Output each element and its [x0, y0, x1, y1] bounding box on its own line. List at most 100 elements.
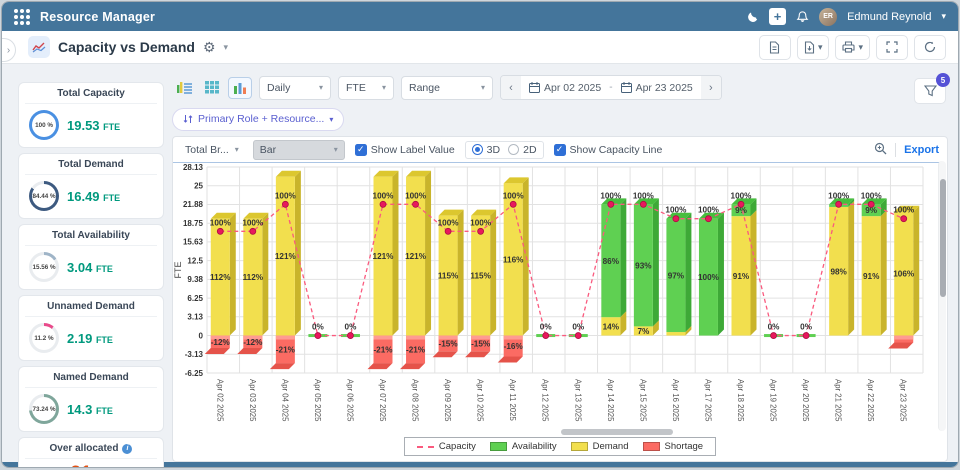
range-mode-select[interactable]: Range ▾ [401, 75, 493, 100]
group-by-pill[interactable]: Primary Role + Resource... ▾ [172, 107, 345, 131]
legend-item-demand[interactable]: Demand [570, 441, 629, 452]
svg-text:91%: 91% [733, 272, 750, 281]
view-chart-list-button[interactable] [172, 77, 196, 99]
svg-text:Apr 08 2025: Apr 08 2025 [411, 379, 420, 422]
svg-text:6.25: 6.25 [187, 294, 203, 303]
zoom-icon[interactable] [874, 142, 887, 158]
stat-value: 19.53 FTE [67, 117, 121, 133]
info-icon[interactable]: i [122, 443, 133, 454]
svg-text:Apr 02 2025: Apr 02 2025 [215, 379, 224, 422]
svg-text:0: 0 [199, 331, 204, 340]
user-avatar[interactable]: ER [819, 7, 838, 26]
svg-text:Apr 12 2025: Apr 12 2025 [541, 379, 550, 422]
chart-type-select[interactable]: Bar ▾ [252, 139, 345, 160]
svg-text:115%: 115% [438, 272, 459, 281]
export-document-button[interactable]: ▾ [796, 34, 830, 60]
app-grid-icon[interactable] [14, 8, 30, 25]
svg-text:100%: 100% [503, 191, 525, 200]
stat-title: Total Demand [25, 159, 157, 175]
svg-text:-16%: -16% [504, 342, 524, 351]
view-bar-chart-button[interactable] [228, 76, 252, 99]
svg-text:100%: 100% [600, 191, 622, 200]
dark-mode-icon[interactable] [745, 10, 759, 24]
stat-ring: 15.56 % [29, 252, 59, 282]
svg-text:100%: 100% [698, 273, 720, 282]
page-bar: Capacity vs Demand ⚙ ▾ ▾ ▾ [2, 31, 958, 64]
user-menu-chevron-icon[interactable]: ▾ [941, 12, 946, 21]
filter-button[interactable]: 5 [914, 73, 950, 104]
svg-text:100%: 100% [633, 191, 655, 200]
svg-text:Apr 16 2025: Apr 16 2025 [671, 379, 680, 422]
svg-text:15.63: 15.63 [183, 238, 204, 247]
horizontal-scrollbar-thumb[interactable] [561, 429, 673, 435]
settings-gear-icon[interactable]: ⚙ [203, 40, 216, 54]
svg-text:112%: 112% [210, 273, 231, 282]
add-button[interactable]: + [769, 8, 787, 25]
radio-3d[interactable]: 3D [471, 144, 500, 156]
svg-text:100%: 100% [665, 206, 687, 215]
next-period-button[interactable]: › [700, 76, 721, 99]
prev-period-button[interactable]: ‹ [501, 76, 521, 99]
breakdown-select[interactable]: Total Br... ▾ [181, 144, 243, 156]
unit-select[interactable]: FTE ▾ [338, 75, 394, 100]
chevron-down-icon: ▾ [480, 83, 485, 92]
svg-text:100%: 100% [210, 218, 232, 227]
view-grid-button[interactable] [200, 77, 224, 99]
svg-text:100%: 100% [275, 191, 297, 200]
legend-item-availability[interactable]: Availability [489, 441, 557, 452]
legend-swatch [570, 442, 588, 451]
radio-2d[interactable]: 2D [508, 144, 537, 156]
svg-text:9.38: 9.38 [187, 275, 203, 284]
report-button[interactable] [758, 34, 791, 60]
svg-text:91%: 91% [863, 272, 880, 281]
svg-text:106%: 106% [893, 270, 915, 279]
app-window: Resource Manager + ER Edmund Reynold ▾ C… [1, 1, 959, 468]
over-allocated-count: 21 [70, 463, 91, 467]
stat-title: Total Availability [25, 230, 157, 246]
app-title: Resource Manager [40, 9, 156, 24]
refresh-button[interactable] [914, 34, 946, 60]
chart-area: 28.13 25 21.88 18.75 15.63 12.5 9.38 6.25 3.13 0-… [173, 162, 947, 435]
print-chevron-icon[interactable]: ▾ [858, 42, 863, 52]
svg-text:-21%: -21% [373, 345, 393, 354]
show-capacity-line-checkbox[interactable]: ✓ Show Capacity Line [553, 143, 662, 156]
interval-select[interactable]: Daily ▾ [259, 75, 331, 100]
svg-text:Apr 07 2025: Apr 07 2025 [378, 379, 387, 422]
fullscreen-button[interactable] [876, 34, 908, 60]
export-document-chevron-icon[interactable]: ▾ [818, 42, 823, 52]
svg-text:100%: 100% [861, 191, 883, 200]
date-to-field[interactable]: Apr 23 2025 [613, 82, 701, 94]
vertical-scrollbar-thumb[interactable] [940, 179, 946, 297]
chevron-down-icon: ▾ [333, 145, 338, 154]
svg-text:12.5: 12.5 [187, 256, 203, 265]
chart-controls: Total Br... ▾ Bar ▾ ✓ Show Label Value 3D … [173, 137, 947, 162]
print-button[interactable]: ▾ [835, 34, 870, 60]
show-label-value-checkbox[interactable]: ✓ Show Label Value [354, 143, 455, 156]
legend-item-capacity[interactable]: Capacity [416, 441, 476, 452]
chart-canvas: 28.132521.8818.7515.6312.59.386.253.130-… [173, 162, 939, 422]
svg-text:0%: 0% [768, 323, 781, 332]
date-from-field[interactable]: Apr 02 2025 [521, 82, 609, 94]
stat-card-total-demand: Total Demand 84.44 % 16.49 FTE [18, 153, 164, 219]
user-name: Edmund Reynold [847, 10, 932, 23]
toolbar-row: Daily ▾ FTE ▾ Range ▾ ‹ Apr 02 2025 - Apr 2… [172, 73, 950, 104]
page-menu-chevron-icon[interactable]: ▾ [224, 42, 229, 52]
svg-text:Apr 22 2025: Apr 22 2025 [866, 379, 875, 422]
filter-count-badge: 5 [936, 73, 950, 87]
stat-card-over-allocated: Over allocatedi 21 out of 24 [18, 437, 164, 467]
svg-text:-6.25: -6.25 [185, 369, 204, 378]
stat-card-total-availability: Total Availability 15.56 % 3.04 FTE [18, 224, 164, 290]
svg-text:Apr 03 2025: Apr 03 2025 [248, 379, 257, 422]
notifications-bell-icon[interactable] [796, 10, 809, 24]
svg-text:100%: 100% [731, 191, 753, 200]
export-button[interactable]: Export [904, 144, 939, 156]
svg-text:97%: 97% [668, 271, 685, 280]
svg-text:Apr 09 2025: Apr 09 2025 [443, 379, 452, 422]
svg-text:100%: 100% [242, 218, 264, 227]
svg-text:Apr 17 2025: Apr 17 2025 [703, 379, 712, 422]
legend-item-shortage[interactable]: Shortage [642, 441, 703, 452]
legend-swatch [416, 445, 434, 448]
vertical-scrollbar[interactable] [938, 161, 946, 431]
svg-text:98%: 98% [830, 267, 847, 276]
svg-text:Apr 19 2025: Apr 19 2025 [769, 379, 778, 422]
